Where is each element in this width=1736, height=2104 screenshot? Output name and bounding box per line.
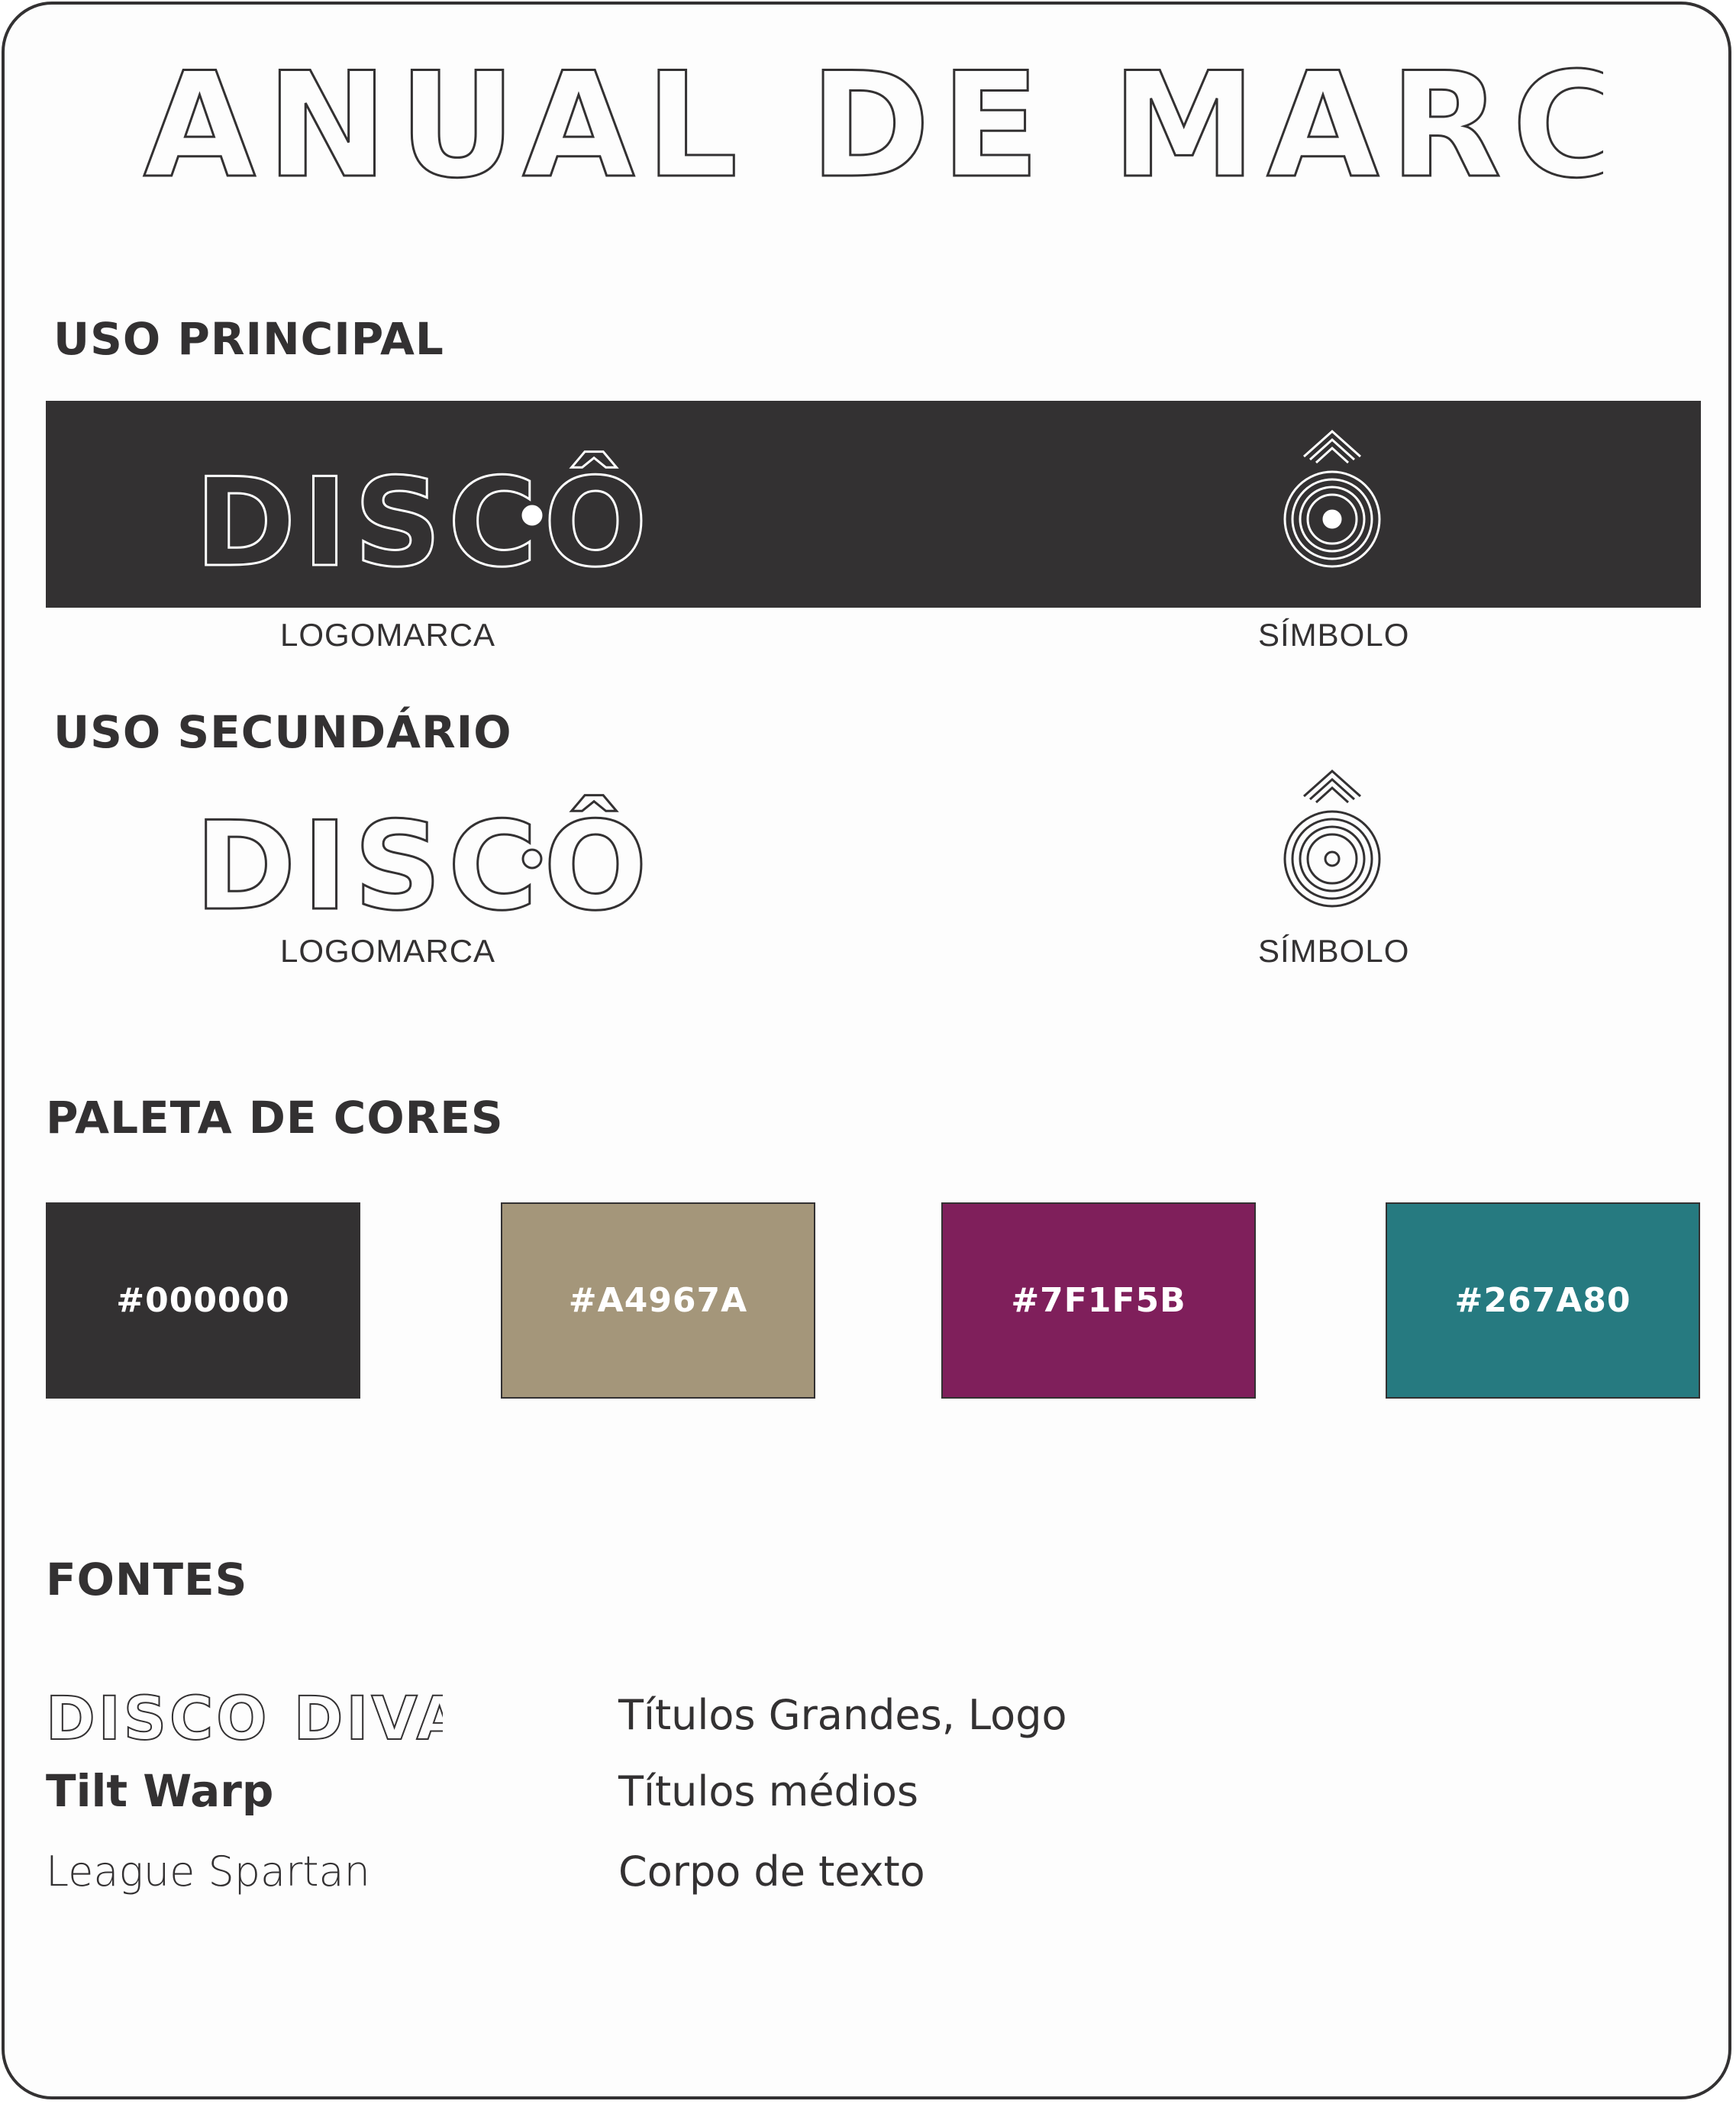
page-title-text: MANUAL DE MARCA xyxy=(137,53,1603,183)
primary-logo-record-icon xyxy=(521,505,543,526)
swatch-magenta: #7F1F5B xyxy=(941,1202,1256,1399)
primary-logomark: DISCÔ xyxy=(194,450,649,595)
uso-secundario-heading: USO SECUNDÁRIO xyxy=(53,706,512,758)
secondary-logo-text: DISCÔ xyxy=(195,794,653,937)
secondary-symbol-icon xyxy=(1283,769,1381,908)
fontes-heading: FONTES xyxy=(46,1554,248,1605)
secondary-logo-caption: LOGOMARCA xyxy=(280,933,496,969)
font-sample-disco-diva: DISCO DIVA xyxy=(46,1684,443,1748)
font-use-body: Corpo de texto xyxy=(618,1847,925,1896)
font-sample-league-spartan: League Spartan xyxy=(46,1847,370,1896)
swatch-label: #A4967A xyxy=(568,1281,748,1320)
swatch-teal: #267A80 xyxy=(1386,1202,1700,1399)
swatch-label: #7F1F5B xyxy=(1011,1281,1186,1320)
paleta-heading: PALETA DE CORES xyxy=(46,1092,504,1144)
secondary-logomark: DISCÔ xyxy=(194,793,649,939)
uso-principal-heading: USO PRINCIPAL xyxy=(53,313,444,365)
primary-symbol-caption: SÍMBOLO xyxy=(1258,617,1410,653)
font-sample-disco-diva-text: DISCO DIVA xyxy=(46,1685,443,1748)
font-use-titles-large: Títulos Grandes, Logo xyxy=(618,1691,1067,1739)
page-title: MANUAL DE MARCA xyxy=(137,53,1603,183)
primary-logo-caption: LOGOMARCA xyxy=(280,617,496,653)
font-use-titles-medium: Títulos médios xyxy=(618,1767,919,1815)
primary-logo-text: DISCÔ xyxy=(195,450,653,594)
primary-symbol-icon xyxy=(1283,429,1381,568)
swatch-label: #000000 xyxy=(116,1281,290,1320)
swatch-sand: #A4967A xyxy=(501,1202,815,1399)
swatch-black: #000000 xyxy=(46,1202,360,1399)
secondary-symbol-caption: SÍMBOLO xyxy=(1258,933,1410,969)
font-sample-tilt-warp: Tilt Warp xyxy=(46,1765,274,1817)
swatch-label: #267A80 xyxy=(1454,1281,1631,1320)
